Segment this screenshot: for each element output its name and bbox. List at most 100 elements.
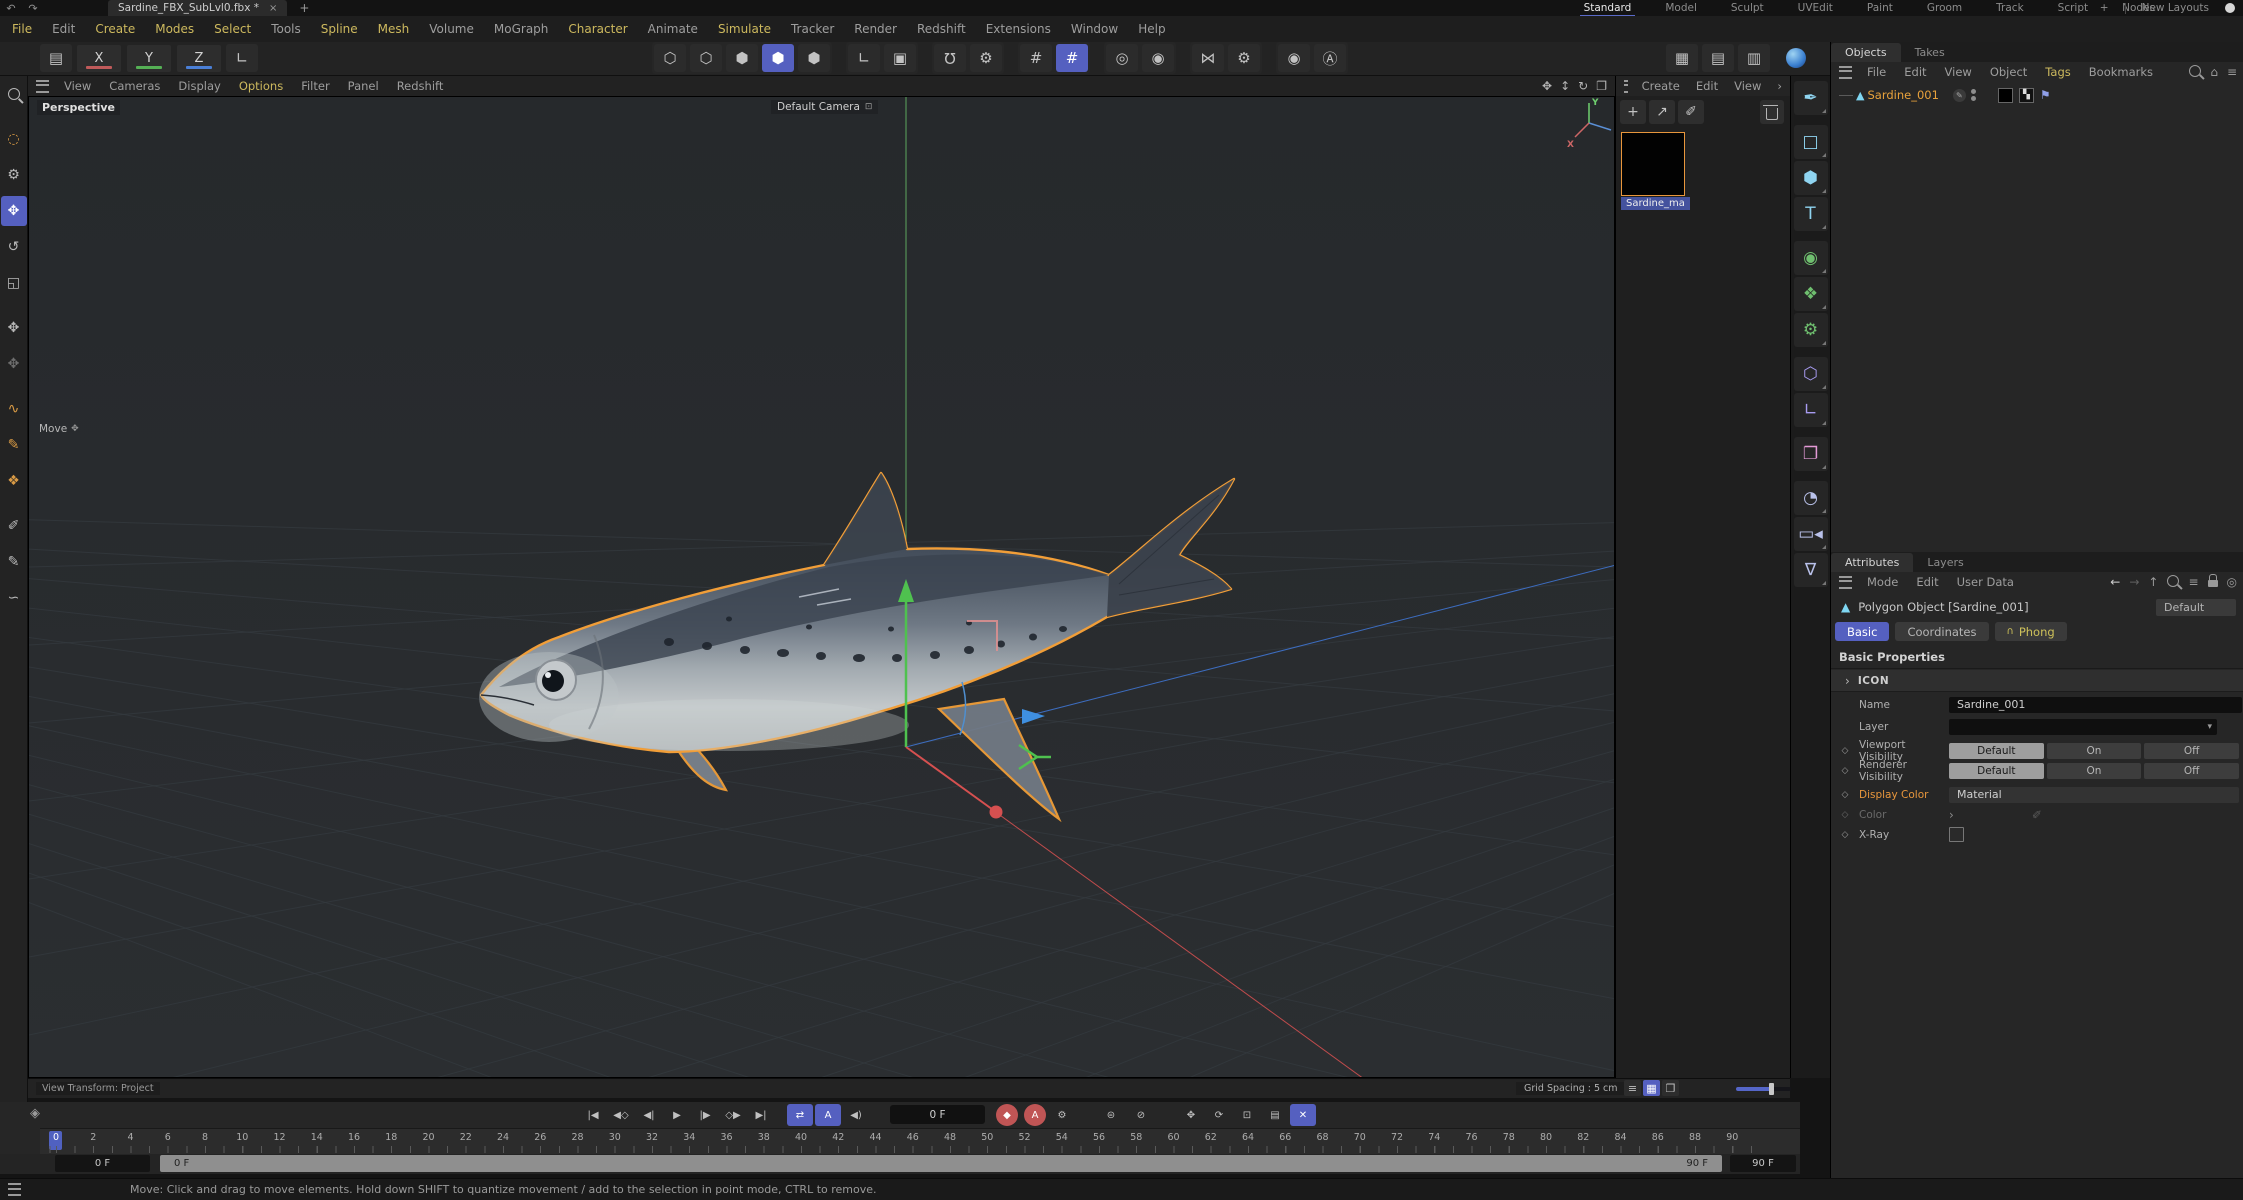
material-menu-icon[interactable] [1624,80,1628,93]
primitive-cubes-icon[interactable]: ❖ [1,466,27,496]
pick-material-icon[interactable]: ✐ [1678,100,1704,124]
axis-lock-y-button[interactable]: Y [127,45,171,72]
render-settings-icon[interactable]: ▥ [1738,44,1770,72]
edge-mode-icon[interactable]: ⬡ [690,44,722,72]
menu-tools[interactable]: Tools [261,22,311,36]
line-cut-icon[interactable]: ✎ [1,547,27,577]
layout-tab-paint[interactable]: Paint [1865,1,1895,15]
xray-checkbox[interactable] [1949,827,1964,842]
prev-frame-icon[interactable]: ◀| [636,1104,662,1126]
pla-key-icon[interactable]: ▤ [1262,1104,1288,1126]
texture-tag-icon[interactable] [1998,88,2013,103]
keyframe-diamond-icon[interactable]: ◇ [1831,766,1859,776]
tweak-tool-icon[interactable]: ⚙ [1,160,27,190]
manager-tab-layers[interactable]: Layers [1913,553,1977,572]
keying-settings-icon[interactable]: ⚙ [1049,1104,1075,1126]
layout-tab-track[interactable]: Track [1994,1,2025,15]
manager-tab-objects[interactable]: Objects [1831,43,1901,62]
range-start-field[interactable]: 0 F [55,1155,150,1172]
renderer-visibility-on-button[interactable]: On [2047,763,2142,779]
move-tool-icon[interactable]: ✥ [1,196,27,226]
redshift-render-icon[interactable] [1786,48,1806,68]
menu-volume[interactable]: Volume [419,22,484,36]
zoom-tool-icon[interactable] [1,79,27,109]
maximize-view-icon[interactable]: ❐ [1596,79,1607,93]
loop-icon[interactable]: ⇄ [787,1104,813,1126]
object-menu-edit[interactable]: Edit [1895,65,1935,79]
render-picture-viewer-icon[interactable]: ▤ [1702,44,1734,72]
viewport[interactable]: Y Z X Perspective Default Camera ⊡ Move … [28,96,1615,1078]
layout-tab-script[interactable]: Script [2056,1,2090,15]
undo-icon[interactable]: ↶ [0,2,22,15]
coordinate-system-icon[interactable]: ∟ [226,44,258,72]
object-menu-file[interactable]: File [1858,65,1895,79]
camera-label[interactable]: Default Camera ⊡ [771,100,878,114]
layout-menu-icon[interactable] [2225,3,2235,13]
cloner-icon[interactable]: ❖ [1794,277,1828,311]
mouse-record-icon[interactable]: ⊜ [1098,1104,1124,1126]
add-material-icon[interactable]: + [1620,100,1646,124]
spline-pen-icon[interactable]: ∿ [1,394,27,424]
points-mode-icon[interactable]: ⬡ [654,44,686,72]
text-object-icon[interactable]: T [1794,197,1828,231]
rectangle-spline-icon[interactable]: □ [1794,125,1828,159]
field-icon[interactable]: ∟ [1794,393,1828,427]
viewport-visibility-off-button[interactable]: Off [2144,743,2239,759]
focus-icon[interactable]: ◎ [2227,575,2237,589]
new-tab-icon[interactable]: + [299,1,309,15]
delete-material-button[interactable] [1760,100,1784,124]
polygon-mode-icon[interactable]: ⬢ [726,44,758,72]
brush-tool-icon[interactable]: ✐ [1,511,27,541]
autokey-range-icon[interactable]: A [815,1104,841,1126]
subdivision-surface-icon[interactable]: ◉ [1794,241,1828,275]
menu-character[interactable]: Character [558,22,637,36]
material-name[interactable]: Sardine_ma [1621,197,1690,210]
menu-render[interactable]: Render [844,22,907,36]
menu-create[interactable]: Create [85,22,145,36]
object-menu-icon[interactable] [1839,66,1852,79]
current-frame-field[interactable]: 0 F [890,1105,985,1124]
snap-settings-icon[interactable]: ⚙ [970,44,1002,72]
scale-tool-icon[interactable]: ◱ [1,268,27,298]
attributes-menu-edit[interactable]: Edit [1907,575,1947,589]
light-object-icon[interactable]: ∇ [1794,553,1828,587]
preview-range-bar[interactable]: 0 F 90 F [160,1155,1722,1172]
viewport-canvas[interactable]: Y Z X [29,97,1615,1078]
layout-tab-uvedit[interactable]: UVEdit [1796,1,1835,15]
rotation-record-icon[interactable]: ⊘ [1128,1104,1154,1126]
keyframe-diamond-icon[interactable]: ◇ [1831,746,1859,756]
section-tab-basic[interactable]: Basic [1835,622,1889,641]
menu-simulate[interactable]: Simulate [708,22,781,36]
status-menu-icon[interactable] [8,1183,21,1196]
workplane-icon[interactable]: ◎ [1106,44,1138,72]
effector-icon[interactable]: ⚙ [1794,313,1828,347]
viewport-visibility-default-button[interactable]: Default [1949,743,2044,759]
polygon-pen-icon[interactable]: ✎ [1,430,27,460]
position-key-icon[interactable]: ✥ [1178,1104,1204,1126]
view-label[interactable]: Perspective [37,100,120,115]
viewport-menu-view[interactable]: View [55,79,100,93]
object-name[interactable]: Sardine_001 [1867,88,1938,102]
layout-tab-model[interactable]: Model [1663,1,1699,15]
menu-tracker[interactable]: Tracker [781,22,844,36]
camera-object-icon[interactable]: ▭◂ [1794,517,1828,551]
viewport-menu-cameras[interactable]: Cameras [100,79,169,93]
axis-lock-x-button[interactable]: X [77,45,121,72]
deformer-icon[interactable]: ⬡ [1794,357,1828,391]
object-menu-view[interactable]: View [1936,65,1981,79]
viewport-menu-panel[interactable]: Panel [339,79,388,93]
material-menu-view[interactable]: View [1726,79,1769,93]
redo-icon[interactable]: ↷ [22,2,44,15]
rotation-key-icon[interactable]: ⟳ [1206,1104,1232,1126]
search-icon[interactable] [2189,65,2201,80]
transform-tool-icon[interactable]: ✥ [1,313,27,343]
menu-modes[interactable]: Modes [145,22,204,36]
new-layouts-button[interactable]: New Layouts [2140,1,2211,15]
workplane-lock-icon[interactable]: ◉ [1142,44,1174,72]
texture-mode-icon[interactable]: ▣ [884,44,916,72]
model-mode-icon[interactable]: ⬢ [762,44,794,72]
sketch-tool-icon[interactable]: ∽ [1,583,27,613]
manager-tab-attributes[interactable]: Attributes [1831,553,1913,572]
layer-view-icon[interactable]: ❐ [1662,1080,1679,1096]
display-color-dropdown[interactable]: Material [1949,787,2239,803]
